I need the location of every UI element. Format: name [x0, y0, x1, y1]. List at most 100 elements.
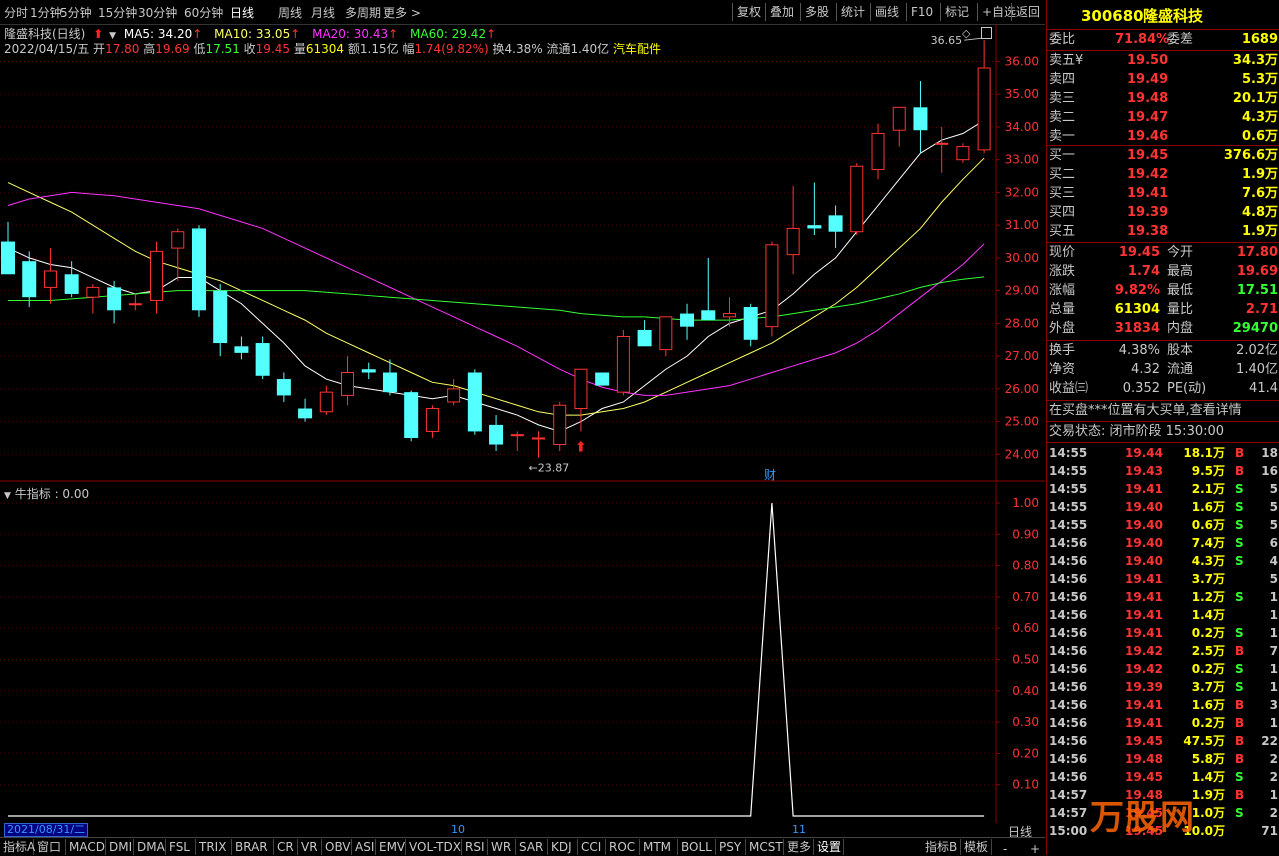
indicator-tab-16[interactable]: SAR [516, 839, 548, 855]
tick-time: 14:55 [1049, 500, 1088, 514]
template-tab-1[interactable]: 模板 [961, 839, 993, 855]
bid-row[interactable]: 买三 19.41 7.6万 [1047, 185, 1279, 203]
indicator-tab-2[interactable]: MACD [66, 839, 106, 855]
date-tick-10: 10 [451, 823, 465, 836]
period-tab-6[interactable]: 日线 [230, 4, 254, 21]
tick-row: 14:56 19.42 0.2万 S 1 [1047, 660, 1279, 678]
candle [828, 205, 843, 249]
toolbar-button-2[interactable]: 多股 [800, 3, 833, 21]
indicator-tab-0[interactable]: 指标A [0, 839, 35, 855]
float-shares: 流通1.40亿 [546, 42, 610, 56]
tick-volume: 1.2万 [1191, 590, 1225, 604]
candle [255, 336, 270, 380]
candlestick-chart[interactable]: 36.00 35.00 34.00 33.00 32.00 31.00 30.00 29.00… [0, 24, 1045, 482]
tick-time: 14:56 [1049, 680, 1088, 694]
period-tab-2[interactable]: 5分钟 [60, 4, 92, 21]
tick-time: 14:56 [1049, 698, 1088, 712]
candle [276, 372, 291, 402]
diamond-icon[interactable]: ◇ [962, 27, 970, 40]
ask-row[interactable]: 卖四 19.49 5.3万 [1047, 71, 1279, 89]
indicator-tab-5[interactable]: FSL [166, 839, 196, 855]
indicator-tab-8[interactable]: CR [274, 839, 298, 855]
ask-row[interactable]: 卖三 19.48 20.1万 [1047, 90, 1279, 108]
indicator-tab-4[interactable]: DMA [134, 839, 166, 855]
indicator-tab-6[interactable]: TRIX [196, 839, 232, 855]
indicator-tab-20[interactable]: MTM [640, 839, 678, 855]
ask-row[interactable]: 卖一 19.46 0.6万 [1047, 128, 1279, 146]
window-toggle-icon[interactable] [981, 27, 992, 39]
indicator-tab-21[interactable]: BOLL [678, 839, 716, 855]
tick-side: S [1235, 590, 1244, 604]
tick-time: 14:55 [1049, 518, 1088, 532]
period-tab-8[interactable]: 月线 [311, 4, 335, 21]
toolbar-button-4[interactable]: 画线 [870, 3, 903, 21]
weicha-label: 委差 [1167, 32, 1194, 47]
toolbar-button-3[interactable]: 统计 [836, 3, 869, 21]
quote-value: 17.51 [1236, 283, 1278, 298]
ask-volume: 4.3万 [1241, 110, 1278, 125]
ma20-arrow-icon: ↑ [388, 27, 399, 41]
period-tab-9[interactable]: 多周期 [345, 4, 381, 21]
indicator-tab-11[interactable]: ASI [352, 839, 376, 855]
tick-count: 1 [1269, 626, 1278, 640]
bid-price: 19.45 [1127, 148, 1169, 163]
indicator-tab-7[interactable]: BRAR [232, 839, 274, 855]
period-tab-3[interactable]: 15分钟 [98, 4, 137, 21]
indicator-tab-9[interactable]: VR [298, 839, 322, 855]
indicator-tab-1[interactable]: 窗口 [34, 839, 66, 855]
tick-count: 5 [1269, 500, 1278, 514]
indicator-tab-23[interactable]: MCST [746, 839, 784, 855]
indicator-tab-18[interactable]: CCI [578, 839, 606, 855]
period-tab-10[interactable]: 更多 > [383, 4, 421, 21]
period-tab-1[interactable]: 1分钟 [30, 4, 62, 21]
quote-value: 31834 [1114, 321, 1160, 336]
period-tab-7[interactable]: 周线 [278, 4, 302, 21]
zoom-minus-button[interactable]: - [1003, 842, 1007, 856]
tick-count: 1 [1269, 608, 1278, 622]
indicator-tab-3[interactable]: DMI [106, 839, 134, 855]
bid-row[interactable]: 买二 19.42 1.9万 [1047, 166, 1279, 184]
indicator-tab-25[interactable]: 设置 [814, 839, 844, 855]
tick-row: 14:56 19.41 1.2万 S 1 [1047, 588, 1279, 606]
period-tab-0[interactable]: 分时 [4, 4, 28, 21]
tick-count: 1 [1269, 590, 1278, 604]
toolbar-button-6[interactable]: 标记 [940, 3, 973, 21]
tick-count: 7 [1269, 644, 1278, 658]
open-label: 开 [93, 42, 106, 56]
tick-count: 3 [1269, 698, 1278, 712]
amount: 额1.15亿 [347, 42, 399, 56]
indicator-tab-19[interactable]: ROC [606, 839, 640, 855]
indicator-tab-24[interactable]: 更多 [784, 839, 814, 855]
quote-label: 今开 [1167, 245, 1194, 260]
zoom-plus-button[interactable]: + [1030, 842, 1040, 856]
ask-row[interactable]: 卖五¥ 19.50 34.3万 [1047, 52, 1279, 70]
template-tab-0[interactable]: 指标B [922, 839, 962, 855]
big-order-notice[interactable]: 在买盘***位置有大买单,查看详情 [1047, 402, 1279, 420]
indicator-tab-17[interactable]: KDJ [548, 839, 578, 855]
quote-row: 涨幅 9.82% 最低 17.51 [1047, 282, 1279, 300]
indicator-tab-14[interactable]: RSI [462, 839, 488, 855]
bid-row[interactable]: 买四 19.39 4.8万 [1047, 204, 1279, 222]
toolbar-button-5[interactable]: F10 [906, 3, 937, 21]
bid-row[interactable]: 买五 19.38 1.9万 [1047, 223, 1279, 241]
toolbar-button-1[interactable]: 叠加 [765, 3, 798, 21]
tick-price: 19.45 [1125, 734, 1163, 748]
period-tab-5[interactable]: 60分钟 [184, 4, 223, 21]
fund-row: 收益㈢ 0.352 PE(动) 41.4 [1047, 380, 1279, 398]
tick-time: 14:56 [1049, 716, 1088, 730]
quote-value: 61304 [1114, 302, 1160, 317]
bid-row[interactable]: 买一 19.45 376.6万 [1047, 147, 1279, 165]
side-tab-daily[interactable]: 日线 [996, 823, 1044, 839]
tick-volume: 1.0万 [1191, 806, 1225, 820]
indicator-tab-13[interactable]: VOL-TDX [406, 839, 462, 855]
indicator-chart[interactable]: 1.00 0.90 0.80 0.70 0.60 0.50 0.40 0.30 0.20 0.10 [0, 483, 1045, 823]
indicator-tab-10[interactable]: OBV [322, 839, 352, 855]
ask-label: 卖四 [1049, 72, 1076, 87]
period-tab-4[interactable]: 30分钟 [138, 4, 177, 21]
toolbar-button-8[interactable]: 返回 [1011, 3, 1044, 21]
indicator-tab-22[interactable]: PSY [716, 839, 746, 855]
indicator-tab-12[interactable]: EMV [376, 839, 406, 855]
indicator-tab-15[interactable]: WR [488, 839, 516, 855]
ask-row[interactable]: 卖二 19.47 4.3万 [1047, 109, 1279, 127]
toolbar-button-0[interactable]: 复权 [732, 3, 765, 21]
